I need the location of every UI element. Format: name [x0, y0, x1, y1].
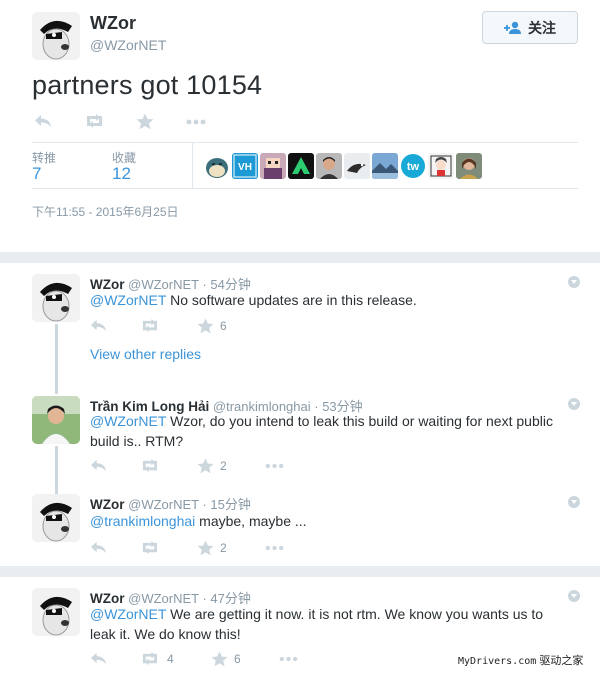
more-options-icon[interactable] [279, 656, 298, 662]
chevron-down-icon[interactable] [568, 590, 580, 602]
landscape-avatar[interactable] [372, 153, 398, 179]
retweet-icon[interactable] [140, 458, 159, 473]
avatar[interactable] [32, 588, 80, 636]
avatar[interactable] [32, 396, 80, 444]
tweet-text: partners got 10154 [32, 70, 263, 100]
reply-text: @WZorNET Wzor, do you intend to leak thi… [90, 411, 570, 451]
anime-avatar[interactable] [428, 153, 454, 179]
retweet-icon[interactable] [140, 318, 159, 333]
tweet-actions [32, 113, 232, 133]
snorlax-avatar[interactable] [204, 153, 230, 179]
divider [32, 188, 578, 189]
like-count[interactable]: 6 [220, 319, 227, 333]
watermark: MyDrivers.com 驱动之家 [458, 652, 583, 668]
likes-count[interactable]: 12 [112, 164, 131, 184]
reply-actions: 6 [90, 318, 310, 336]
chevron-down-icon[interactable] [568, 398, 580, 410]
watermark-site: MyDrivers.com [458, 656, 537, 667]
portrait-avatar[interactable] [456, 153, 482, 179]
author-handle[interactable]: @WZorNET [128, 497, 199, 512]
reply-body: No software updates are in this release. [166, 292, 417, 308]
reply-icon[interactable] [90, 540, 107, 555]
favorite-star-icon[interactable] [211, 651, 228, 667]
mention-link[interactable]: @WZorNET [90, 413, 166, 429]
more-options-icon[interactable] [265, 463, 284, 469]
view-other-replies-link[interactable]: View other replies [90, 346, 201, 362]
triangle-logo-avatar[interactable] [288, 153, 314, 179]
svg-text:VH: VH [238, 162, 252, 173]
thread-line [55, 324, 58, 394]
pixel-avatar[interactable] [260, 153, 286, 179]
reply-icon[interactable] [34, 113, 52, 129]
chevron-down-icon[interactable] [568, 276, 580, 288]
mention-link[interactable]: @WZorNET [90, 606, 166, 622]
reply-icon[interactable] [90, 651, 107, 666]
liker-avatars: VH tw [204, 153, 482, 179]
reply-body: maybe, maybe ... [195, 513, 307, 529]
thread-line [55, 446, 58, 494]
author-name[interactable]: WZor [90, 497, 125, 512]
author-name[interactable]: WZor [90, 13, 136, 34]
mention-link[interactable]: @trankimlonghai [90, 513, 195, 529]
retweet-icon[interactable] [140, 651, 159, 666]
reply-text: @WZorNET No software updates are in this… [90, 290, 570, 310]
reply-icon[interactable] [90, 318, 107, 333]
reply-icon[interactable] [90, 458, 107, 473]
more-options-icon[interactable] [265, 545, 284, 551]
like-count[interactable]: 2 [220, 541, 227, 555]
reply-text: @WZorNET We are getting it now. it is no… [90, 604, 570, 644]
follow-label: 关注 [528, 19, 556, 36]
favorite-star-icon[interactable] [197, 458, 214, 474]
like-count[interactable]: 2 [220, 459, 227, 473]
bird-avatar[interactable] [344, 153, 370, 179]
reply-time[interactable]: · 15分钟 [202, 497, 250, 512]
retweet-icon[interactable] [84, 113, 104, 129]
stats-separator [192, 143, 193, 188]
divider [32, 142, 578, 143]
retweet-count[interactable]: 4 [167, 652, 174, 666]
retweet-icon[interactable] [140, 540, 159, 555]
chevron-down-icon[interactable] [568, 496, 580, 508]
reply-actions: 2 [90, 458, 310, 476]
mention-link[interactable]: @WZorNET [90, 292, 166, 308]
watermark-cn: 驱动之家 [539, 655, 584, 667]
follow-user-icon [504, 21, 521, 34]
timestamp[interactable]: 下午11:55 - 2015年6月25日 [32, 203, 179, 220]
avatar[interactable] [32, 12, 80, 60]
favorite-star-icon[interactable] [197, 540, 214, 556]
reply-actions: 2 [90, 540, 310, 558]
author-handle[interactable]: @WZorNET [90, 37, 166, 53]
avatar[interactable] [32, 274, 80, 322]
person-avatar[interactable] [316, 153, 342, 179]
favorite-star-icon[interactable] [197, 318, 214, 334]
reply-actions: 4 6 [90, 651, 310, 669]
more-options-icon[interactable] [186, 119, 206, 125]
favorite-star-icon[interactable] [136, 113, 154, 130]
retweets-count[interactable]: 7 [32, 164, 41, 184]
reply-text: @trankimlonghai maybe, maybe ... [90, 511, 570, 531]
vh-avatar[interactable]: VH [232, 153, 258, 179]
avatar[interactable] [32, 494, 80, 542]
tw-logo-avatar[interactable]: tw [400, 153, 426, 179]
follow-button[interactable]: 关注 [482, 11, 578, 44]
like-count[interactable]: 6 [234, 652, 241, 666]
main-tweet-card: WZor @WZorNET 关注 partners got 10154 转推 7 [0, 0, 600, 252]
svg-text:tw: tw [407, 161, 420, 173]
